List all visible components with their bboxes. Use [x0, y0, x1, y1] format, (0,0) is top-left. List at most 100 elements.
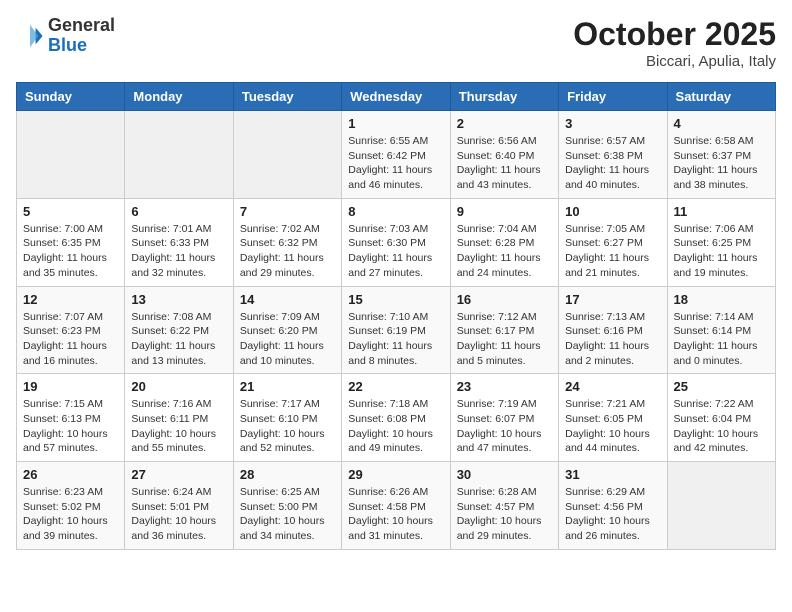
calendar-day-cell: 7Sunrise: 7:02 AM Sunset: 6:32 PM Daylig…: [233, 198, 341, 286]
day-info: Sunrise: 6:26 AM Sunset: 4:58 PM Dayligh…: [348, 485, 443, 544]
day-number: 3: [565, 116, 660, 131]
calendar-day-cell: 9Sunrise: 7:04 AM Sunset: 6:28 PM Daylig…: [450, 198, 558, 286]
day-number: 12: [23, 292, 118, 307]
logo-blue-text: Blue: [48, 35, 87, 55]
day-number: 8: [348, 204, 443, 219]
day-number: 13: [131, 292, 226, 307]
day-number: 26: [23, 467, 118, 482]
calendar-week-row: 5 Sunrise: 7:00 AM Sunset: 6:35 PM Daylig…: [17, 198, 776, 286]
day-info: Sunrise: 7:13 AM Sunset: 6:16 PM Dayligh…: [565, 310, 660, 369]
calendar-day-cell: 21 Sunrise: 7:17 AM Sunset: 6:10 PM Dayli…: [233, 374, 341, 462]
day-info: Sunrise: 7:06 AM Sunset: 6:25 PM Dayligh…: [674, 222, 769, 281]
day-info: Sunrise: 6:55 AM Sunset: 6:42 PM Dayligh…: [348, 134, 443, 193]
day-number: 25: [674, 379, 769, 394]
day-info: Sunrise: 6:29 AM Sunset: 4:56 PM Dayligh…: [565, 485, 660, 544]
calendar-weekday-header: Thursday: [450, 83, 558, 111]
day-info: Sunrise: 7:21 AM Sunset: 6:05 PM Dayligh…: [565, 397, 660, 456]
calendar-day-cell: 19 Sunrise: 7:15 AM Sunset: 6:13 PM Dayli…: [17, 374, 125, 462]
day-number: 18: [674, 292, 769, 307]
day-info: Sunrise: 7:08 AM Sunset: 6:22 PM Dayligh…: [131, 310, 226, 369]
day-number: 27: [131, 467, 226, 482]
calendar-day-cell: 22Sunrise: 7:18 AM Sunset: 6:08 PM Dayli…: [342, 374, 450, 462]
day-info: Sunrise: 6:28 AM Sunset: 4:57 PM Dayligh…: [457, 485, 552, 544]
day-number: 5: [23, 204, 118, 219]
calendar-day-cell: 28 Sunrise: 6:25 AM Sunset: 5:00 PM Dayli…: [233, 462, 341, 550]
day-number: 31: [565, 467, 660, 482]
day-info: Sunrise: 6:23 AM Sunset: 5:02 PM Dayligh…: [23, 485, 118, 544]
day-number: 19: [23, 379, 118, 394]
day-info: Sunrise: 7:05 AM Sunset: 6:27 PM Dayligh…: [565, 222, 660, 281]
day-info: Sunrise: 7:22 AM Sunset: 6:04 PM Dayligh…: [674, 397, 769, 456]
calendar-day-cell: [125, 111, 233, 199]
day-number: 28: [240, 467, 335, 482]
day-number: 17: [565, 292, 660, 307]
calendar-day-cell: 29 Sunrise: 6:26 AM Sunset: 4:58 PM Dayli…: [342, 462, 450, 550]
calendar-day-cell: 5 Sunrise: 7:00 AM Sunset: 6:35 PM Daylig…: [17, 198, 125, 286]
calendar-table: SundayMondayTuesdayWednesdayThursdayFrid…: [16, 82, 776, 550]
calendar-weekday-header: Wednesday: [342, 83, 450, 111]
logo: General Blue: [16, 16, 115, 56]
calendar-day-cell: 10 Sunrise: 7:05 AM Sunset: 6:27 PM Dayli…: [559, 198, 667, 286]
day-number: 10: [565, 204, 660, 219]
day-number: 23: [457, 379, 552, 394]
day-number: 4: [674, 116, 769, 131]
day-number: 29: [348, 467, 443, 482]
calendar-weekday-header: Monday: [125, 83, 233, 111]
calendar-day-cell: 27 Sunrise: 6:24 AM Sunset: 5:01 PM Dayli…: [125, 462, 233, 550]
day-info: Sunrise: 7:00 AM Sunset: 6:35 PM Dayligh…: [23, 222, 118, 281]
calendar-week-row: 19 Sunrise: 7:15 AM Sunset: 6:13 PM Dayli…: [17, 374, 776, 462]
day-number: 22: [348, 379, 443, 394]
day-info: Sunrise: 6:24 AM Sunset: 5:01 PM Dayligh…: [131, 485, 226, 544]
calendar-day-cell: 17 Sunrise: 7:13 AM Sunset: 6:16 PM Dayli…: [559, 286, 667, 374]
calendar-day-cell: 14Sunrise: 7:09 AM Sunset: 6:20 PM Dayli…: [233, 286, 341, 374]
day-info: Sunrise: 6:58 AM Sunset: 6:37 PM Dayligh…: [674, 134, 769, 193]
calendar-day-cell: 6Sunrise: 7:01 AM Sunset: 6:33 PM Daylig…: [125, 198, 233, 286]
day-number: 1: [348, 116, 443, 131]
day-info: Sunrise: 7:03 AM Sunset: 6:30 PM Dayligh…: [348, 222, 443, 281]
location-subtitle: Biccari, Apulia, Italy: [573, 53, 776, 70]
calendar-day-cell: 23 Sunrise: 7:19 AM Sunset: 6:07 PM Dayli…: [450, 374, 558, 462]
day-info: Sunrise: 7:14 AM Sunset: 6:14 PM Dayligh…: [674, 310, 769, 369]
day-number: 21: [240, 379, 335, 394]
calendar-day-cell: 24Sunrise: 7:21 AM Sunset: 6:05 PM Dayli…: [559, 374, 667, 462]
day-number: 6: [131, 204, 226, 219]
day-number: 15: [348, 292, 443, 307]
calendar-day-cell: [17, 111, 125, 199]
calendar-day-cell: 4 Sunrise: 6:58 AM Sunset: 6:37 PM Daylig…: [667, 111, 775, 199]
calendar-day-cell: 8 Sunrise: 7:03 AM Sunset: 6:30 PM Daylig…: [342, 198, 450, 286]
calendar-day-cell: [667, 462, 775, 550]
day-info: Sunrise: 7:19 AM Sunset: 6:07 PM Dayligh…: [457, 397, 552, 456]
calendar-weekday-header: Saturday: [667, 83, 775, 111]
calendar-header-row: SundayMondayTuesdayWednesdayThursdayFrid…: [17, 83, 776, 111]
calendar-day-cell: 12 Sunrise: 7:07 AM Sunset: 6:23 PM Dayli…: [17, 286, 125, 374]
calendar-day-cell: 18 Sunrise: 7:14 AM Sunset: 6:14 PM Dayli…: [667, 286, 775, 374]
calendar-day-cell: 30 Sunrise: 6:28 AM Sunset: 4:57 PM Dayli…: [450, 462, 558, 550]
calendar-week-row: 1 Sunrise: 6:55 AM Sunset: 6:42 PM Daylig…: [17, 111, 776, 199]
calendar-weekday-header: Tuesday: [233, 83, 341, 111]
month-year-title: October 2025: [573, 16, 776, 53]
calendar-day-cell: 1 Sunrise: 6:55 AM Sunset: 6:42 PM Daylig…: [342, 111, 450, 199]
logo-icon: [16, 22, 44, 50]
day-info: Sunrise: 7:15 AM Sunset: 6:13 PM Dayligh…: [23, 397, 118, 456]
calendar-day-cell: 3 Sunrise: 6:57 AM Sunset: 6:38 PM Daylig…: [559, 111, 667, 199]
day-info: Sunrise: 7:07 AM Sunset: 6:23 PM Dayligh…: [23, 310, 118, 369]
day-number: 30: [457, 467, 552, 482]
day-info: Sunrise: 7:04 AM Sunset: 6:28 PM Dayligh…: [457, 222, 552, 281]
calendar-weekday-header: Sunday: [17, 83, 125, 111]
day-info: Sunrise: 7:09 AM Sunset: 6:20 PM Dayligh…: [240, 310, 335, 369]
calendar-day-cell: 16Sunrise: 7:12 AM Sunset: 6:17 PM Dayli…: [450, 286, 558, 374]
day-info: Sunrise: 6:25 AM Sunset: 5:00 PM Dayligh…: [240, 485, 335, 544]
day-info: Sunrise: 6:57 AM Sunset: 6:38 PM Dayligh…: [565, 134, 660, 193]
calendar-day-cell: 20Sunrise: 7:16 AM Sunset: 6:11 PM Dayli…: [125, 374, 233, 462]
day-number: 2: [457, 116, 552, 131]
calendar-day-cell: 26 Sunrise: 6:23 AM Sunset: 5:02 PM Dayli…: [17, 462, 125, 550]
day-info: Sunrise: 7:17 AM Sunset: 6:10 PM Dayligh…: [240, 397, 335, 456]
calendar-week-row: 26 Sunrise: 6:23 AM Sunset: 5:02 PM Dayli…: [17, 462, 776, 550]
title-block: October 2025 Biccari, Apulia, Italy: [573, 16, 776, 70]
day-number: 11: [674, 204, 769, 219]
calendar-day-cell: 13 Sunrise: 7:08 AM Sunset: 6:22 PM Dayli…: [125, 286, 233, 374]
calendar-day-cell: [233, 111, 341, 199]
day-number: 20: [131, 379, 226, 394]
calendar-day-cell: 2Sunrise: 6:56 AM Sunset: 6:40 PM Daylig…: [450, 111, 558, 199]
logo-general-text: General: [48, 15, 115, 35]
